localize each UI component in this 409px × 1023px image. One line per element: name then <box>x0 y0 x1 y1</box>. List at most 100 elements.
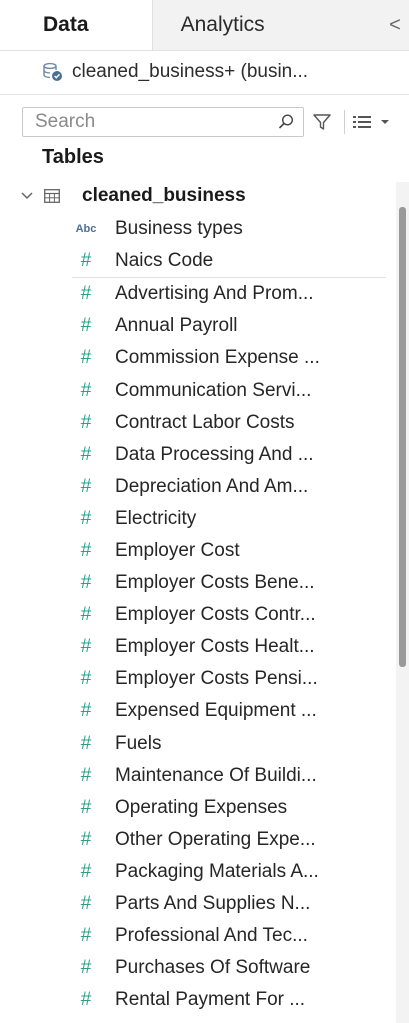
divider <box>0 94 409 95</box>
field-item[interactable]: #Rental Payments For ... <box>0 1016 390 1023</box>
datasource-icon <box>43 62 62 81</box>
field-item[interactable]: # Professional And Tec... <box>0 920 390 952</box>
field-label: Communication Servi... <box>115 379 312 401</box>
field-label: Data Processing And ... <box>115 443 314 465</box>
number-type-icon: # <box>80 700 92 722</box>
number-type-icon: # <box>80 572 92 594</box>
field-item[interactable]: # Communication Servi... <box>0 374 390 406</box>
field-item[interactable]: # Parts And Supplies N... <box>0 888 390 920</box>
field-item[interactable]: # Employer Cost <box>0 535 390 567</box>
field-item[interactable]: # Packaging Materials A... <box>0 856 390 888</box>
field-item[interactable]: # Electricity <box>0 503 390 535</box>
field-item[interactable]: # Naics Code <box>0 245 390 277</box>
field-item[interactable]: # Operating Expenses <box>0 792 390 824</box>
field-item[interactable]: # Depreciation And Am... <box>0 471 390 503</box>
field-label: Operating Expenses <box>115 796 288 818</box>
field-label: Parts And Supplies N... <box>115 893 311 915</box>
pane-tabs: Data Analytics < <box>0 0 409 51</box>
table-name: cleaned_business <box>82 185 246 206</box>
field-label: Employer Costs Pensi... <box>115 668 318 690</box>
number-type-icon: # <box>80 732 92 754</box>
number-type-icon: # <box>80 443 92 465</box>
number-type-icon: # <box>80 796 92 818</box>
field-item[interactable]: Abc Business types <box>0 213 390 245</box>
field-item[interactable]: # Employer Costs Healt... <box>0 631 390 663</box>
field-label: Other Operating Expe... <box>115 828 316 850</box>
tab-analytics[interactable]: Analytics <box>153 0 381 50</box>
field-label: Fuels <box>115 732 162 754</box>
number-type-icon: # <box>80 475 92 497</box>
number-type-icon: # <box>80 636 92 658</box>
tab-scroll-left-button[interactable]: < <box>381 0 409 50</box>
table-icon <box>44 189 60 203</box>
filter-button[interactable] <box>308 108 336 136</box>
search-row <box>22 106 404 138</box>
field-label: Purchases Of Software <box>115 957 311 979</box>
view-options-button[interactable] <box>353 108 391 136</box>
table-node[interactable]: cleaned_business <box>18 180 398 212</box>
field-label: Rental Payment For ... <box>115 989 306 1011</box>
string-type-icon: Abc <box>75 223 97 236</box>
field-label: Annual Payroll <box>115 315 238 337</box>
number-type-icon: # <box>80 860 92 882</box>
field-item[interactable]: # Maintenance Of Buildi... <box>0 760 390 792</box>
field-label: Employer Costs Healt... <box>115 636 315 658</box>
field-item[interactable]: # Data Processing And ... <box>0 439 390 471</box>
number-type-icon: # <box>80 347 92 369</box>
field-item[interactable]: # Purchases Of Software <box>0 952 390 984</box>
number-type-icon: # <box>80 411 92 433</box>
field-item[interactable]: # Employer Costs Bene... <box>0 567 390 599</box>
field-label: Expensed Equipment ... <box>115 700 317 722</box>
search-box <box>22 107 304 137</box>
number-type-icon: # <box>80 539 92 561</box>
number-type-icon: # <box>80 989 92 1011</box>
field-label: Employer Costs Contr... <box>115 604 316 626</box>
number-type-icon: # <box>80 604 92 626</box>
number-type-icon: # <box>80 283 92 305</box>
field-item[interactable]: # Employer Costs Contr... <box>0 599 390 631</box>
number-type-icon: # <box>80 507 92 529</box>
filter-icon <box>313 114 331 130</box>
tables-heading: Tables <box>42 146 104 168</box>
field-label: Professional And Tec... <box>115 925 308 947</box>
search-icon[interactable] <box>277 113 295 131</box>
chevron-down-icon[interactable] <box>18 187 36 205</box>
number-type-icon: # <box>80 925 92 947</box>
field-label: Electricity <box>115 507 197 529</box>
number-type-icon: # <box>80 379 92 401</box>
datasource-selector[interactable]: cleaned_business+ (busin... <box>42 54 402 90</box>
number-type-icon: # <box>80 957 92 979</box>
field-label: Advertising And Prom... <box>115 283 314 305</box>
number-type-icon: # <box>80 828 92 850</box>
number-type-icon: # <box>80 893 92 915</box>
field-label: Employer Costs Bene... <box>115 572 315 594</box>
list-view-icon <box>353 116 371 128</box>
tab-data[interactable]: Data <box>0 0 153 50</box>
field-label: Business types <box>115 218 243 240</box>
field-item[interactable]: # Commission Expense ... <box>0 342 390 374</box>
field-label: Contract Labor Costs <box>115 411 295 433</box>
field-list: Abc Business types # Naics Code # Advertisin… <box>0 213 390 1023</box>
field-label: Packaging Materials A... <box>115 860 319 882</box>
field-item[interactable]: # Other Operating Expe... <box>0 824 390 856</box>
field-item[interactable]: # Contract Labor Costs <box>0 407 390 439</box>
number-type-icon: # <box>80 764 92 786</box>
field-item[interactable]: # Annual Payroll <box>0 310 390 342</box>
scrollbar-thumb[interactable] <box>399 207 406 667</box>
toolbar-separator <box>344 110 345 134</box>
field-item[interactable]: # Expensed Equipment ... <box>0 695 390 727</box>
field-label: Maintenance Of Buildi... <box>115 764 317 786</box>
field-label: Naics Code <box>115 250 214 272</box>
number-type-icon: # <box>80 315 92 337</box>
chevron-down-icon <box>381 120 389 124</box>
field-item[interactable]: # Fuels <box>0 728 390 760</box>
field-item[interactable]: # Advertising And Prom... <box>0 278 390 310</box>
field-item[interactable]: # Employer Costs Pensi... <box>0 663 390 695</box>
field-label: Depreciation And Am... <box>115 475 309 497</box>
field-item[interactable]: # Rental Payment For ... <box>0 984 390 1016</box>
datasource-name: cleaned_business+ (busin... <box>72 61 309 82</box>
number-type-icon: # <box>80 250 92 272</box>
field-label: Employer Cost <box>115 539 240 561</box>
search-input[interactable] <box>33 110 257 134</box>
data-pane: Data Analytics < cleaned_business+ (busi… <box>0 0 409 1023</box>
